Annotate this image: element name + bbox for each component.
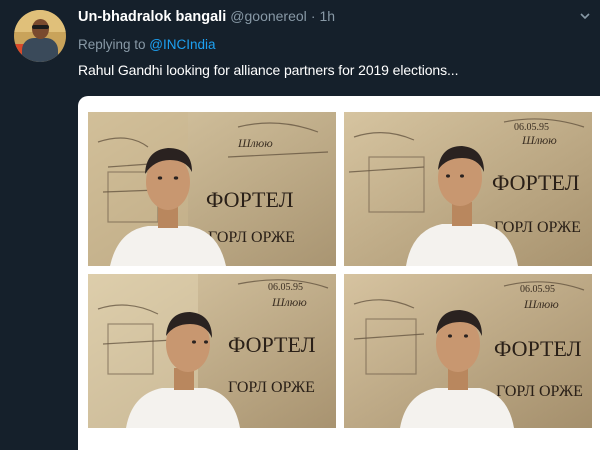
- photo-4[interactable]: 06.05.95 Шлюю ФОРТЕЛ ГОРЛ ОРЖЕ: [344, 274, 592, 428]
- tweet-text: Rahul Gandhi looking for alliance partne…: [78, 62, 459, 78]
- wall-text: ГОРЛ ОРЖЕ: [208, 229, 295, 246]
- avatar-glasses: [32, 25, 49, 29]
- photo-2[interactable]: 06.05.95 Шлюю ФОРТЕЛ ГОРЛ ОРЖЕ: [344, 112, 592, 266]
- wall-text: ГОРЛ ОРЖЕ: [496, 383, 583, 400]
- replying-to-line: Replying to @INCIndia: [78, 37, 216, 52]
- wall-text: 06.05.95: [514, 122, 549, 133]
- tweet-header: Un-bhadralok bangali @goonereol · 1h: [78, 8, 335, 28]
- media-card[interactable]: Шлюю ФОРТЕЛ ГОРЛ ОРЖЕ 06.05.95 Шлюю ФОРТ…: [78, 96, 600, 450]
- wall-text: ФОРТЕЛ: [492, 170, 580, 195]
- photo-1[interactable]: Шлюю ФОРТЕЛ ГОРЛ ОРЖЕ: [88, 112, 336, 266]
- chevron-down-icon[interactable]: [580, 11, 590, 21]
- avatar-head: [32, 19, 49, 39]
- wall-text: Шлюю: [523, 297, 559, 311]
- wall-text: 06.05.95: [520, 284, 555, 295]
- wall-text: ФОРТЕЛ: [228, 332, 316, 357]
- wall-text: ГОРЛ ОРЖЕ: [494, 219, 581, 236]
- header-separator: ·: [310, 8, 316, 24]
- replying-prefix: Replying to: [78, 37, 150, 52]
- wall-text: ФОРТЕЛ: [206, 187, 294, 212]
- author-handle[interactable]: @goonereol: [230, 8, 307, 24]
- photo-grid: Шлюю ФОРТЕЛ ГОРЛ ОРЖЕ 06.05.95 Шлюю ФОРТ…: [88, 112, 592, 428]
- wall-text: ФОРТЕЛ: [494, 336, 582, 361]
- wall-text: ГОРЛ ОРЖЕ: [228, 379, 315, 396]
- user-avatar[interactable]: [14, 10, 66, 62]
- avatar-body: [22, 38, 58, 62]
- wall-text: Шлюю: [521, 133, 557, 147]
- tweet[interactable]: Un-bhadralok bangali @goonereol · 1h Rep…: [0, 0, 600, 450]
- tweet-time[interactable]: 1h: [320, 8, 336, 24]
- replying-to-link[interactable]: @INCIndia: [149, 37, 215, 52]
- wall-text: 06.05.95: [268, 282, 303, 293]
- author-name[interactable]: Un-bhadralok bangali: [78, 9, 226, 25]
- photo-3[interactable]: 06.05.95 Шлюю ФОРТЕЛ ГОРЛ ОРЖЕ: [88, 274, 336, 428]
- wall-text: Шлюю: [271, 295, 307, 309]
- wall-text: Шлюю: [237, 136, 273, 150]
